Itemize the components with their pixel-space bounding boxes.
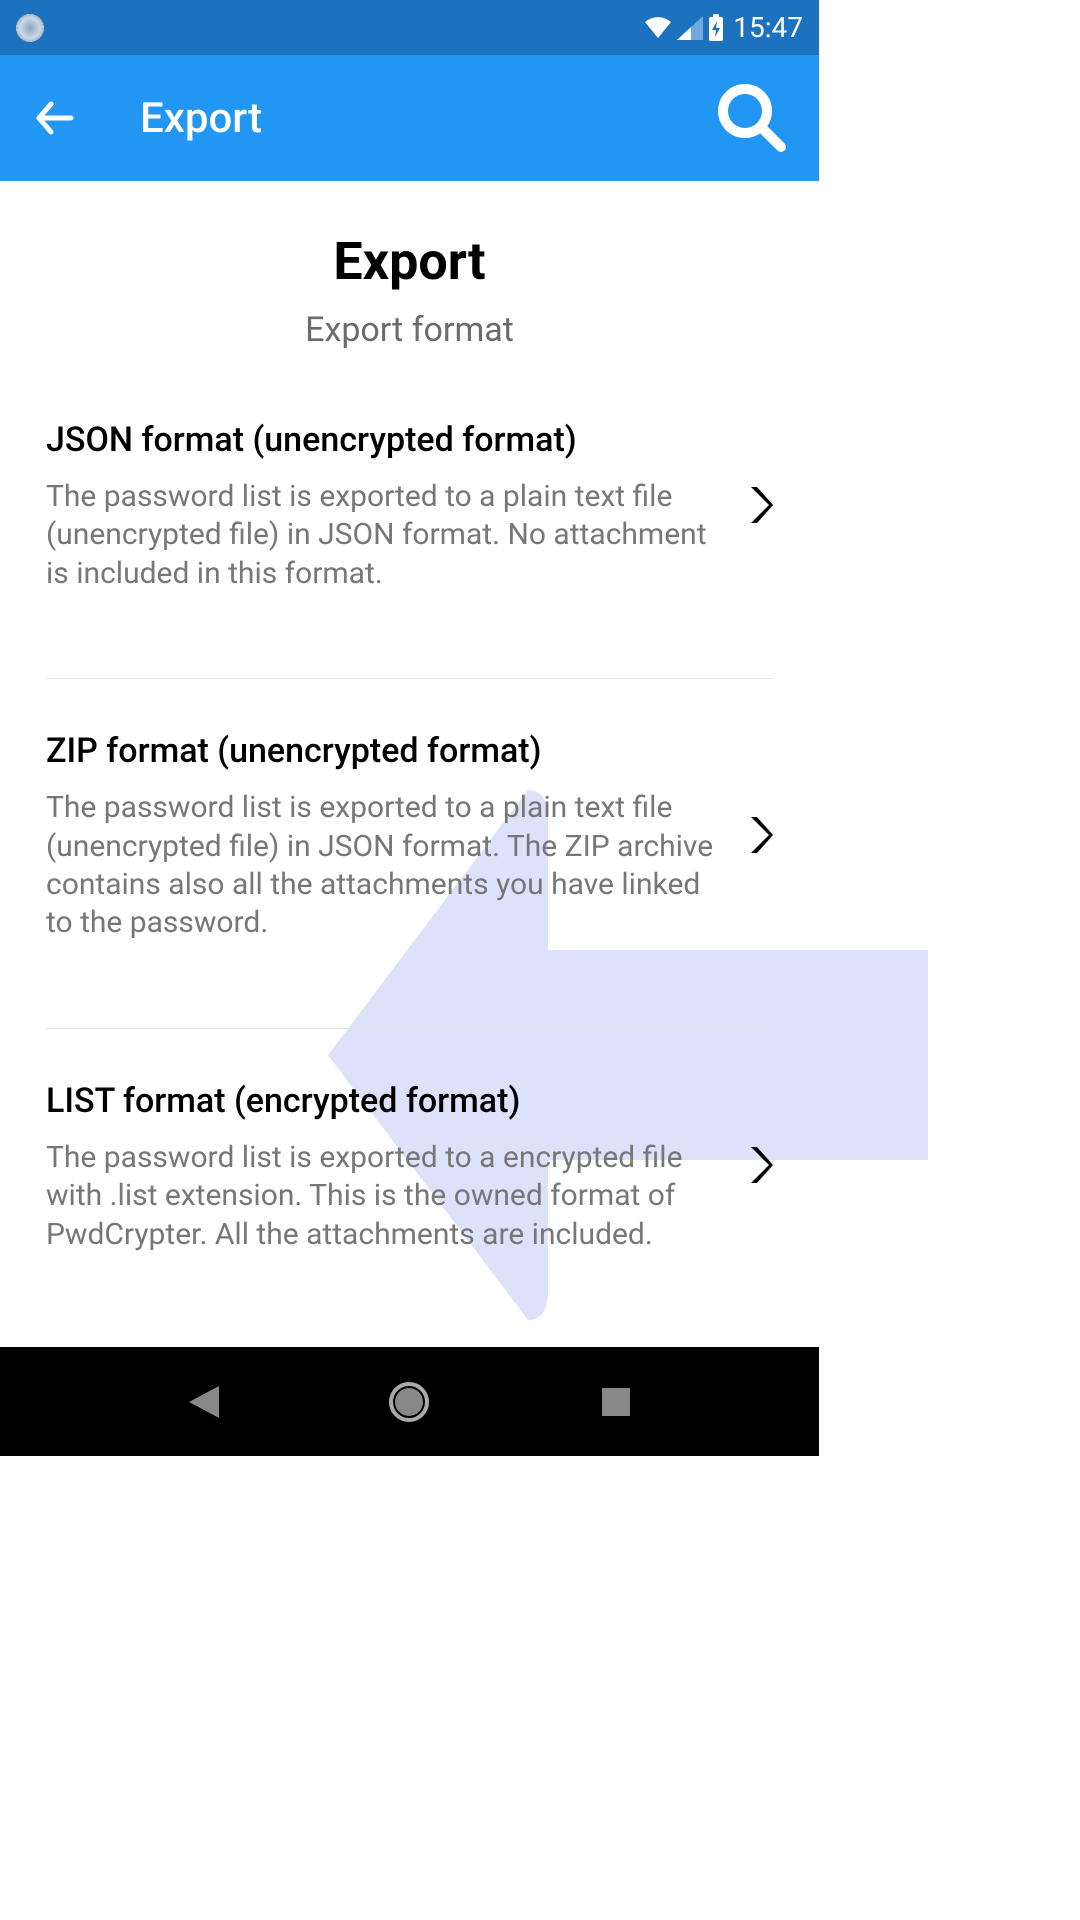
status-right: 15:47 <box>643 11 803 44</box>
back-arrow-icon <box>33 96 77 140</box>
option-zip-format[interactable]: ZIP format (unencrypted format) The pass… <box>46 731 773 1029</box>
search-button[interactable] <box>715 81 789 155</box>
back-button[interactable] <box>30 93 80 143</box>
chevron-right-icon <box>749 485 773 529</box>
loading-icon <box>16 14 44 42</box>
option-description: The password list is exported to a plain… <box>46 789 719 943</box>
option-title: JSON format (unencrypted format) <box>46 420 719 460</box>
status-icons <box>643 14 725 42</box>
app-bar: Export <box>0 55 819 181</box>
status-time: 15:47 <box>733 11 803 44</box>
wifi-icon <box>643 16 673 40</box>
option-title: ZIP format (unencrypted format) <box>46 731 719 771</box>
option-text: JSON format (unencrypted format) The pas… <box>46 420 749 593</box>
content: Export Export format JSON format (unencr… <box>0 181 819 1391</box>
option-list-format[interactable]: LIST format (encrypted format) The passw… <box>46 1081 773 1339</box>
options-list: JSON format (unencrypted format) The pas… <box>0 420 819 1391</box>
chevron-right-icon <box>749 1145 773 1189</box>
search-icon <box>715 81 789 155</box>
app-bar-title: Export <box>140 94 715 143</box>
option-description: The password list is exported to a encry… <box>46 1139 719 1254</box>
option-json-format[interactable]: JSON format (unencrypted format) The pas… <box>46 420 773 679</box>
option-description: The password list is exported to a plain… <box>46 478 719 593</box>
page-title: Export <box>333 231 485 292</box>
option-title: LIST format (encrypted format) <box>46 1081 719 1121</box>
status-left <box>16 14 44 42</box>
status-bar: 15:47 <box>0 0 819 55</box>
option-text: ZIP format (unencrypted format) The pass… <box>46 731 749 943</box>
battery-charging-icon <box>707 14 725 42</box>
signal-icon <box>677 16 703 40</box>
option-text: LIST format (encrypted format) The passw… <box>46 1081 749 1254</box>
chevron-right-icon <box>749 815 773 859</box>
page-subtitle: Export format <box>305 310 514 350</box>
